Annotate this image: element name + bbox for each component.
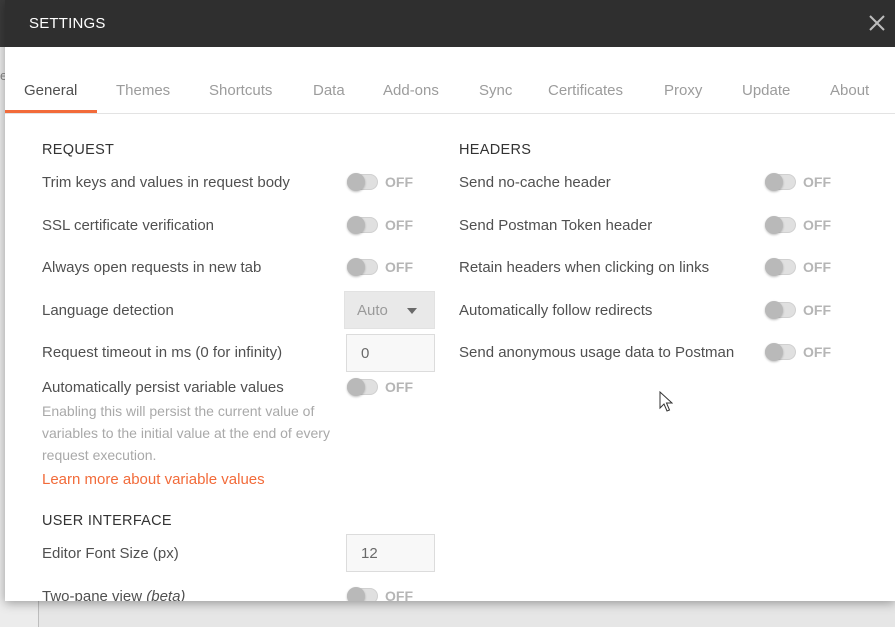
caret-down-icon	[407, 308, 417, 314]
trim-keys-toggle[interactable]: OFF	[347, 173, 413, 191]
open-new-tab-toggle[interactable]: OFF	[347, 258, 413, 276]
open-new-tab-label: Always open requests in new tab	[42, 259, 262, 276]
trim-keys-label: Trim keys and values in request body	[42, 174, 290, 191]
toggle-state: OFF	[385, 379, 413, 395]
modal-title: SETTINGS	[29, 15, 106, 32]
section-title-headers: HEADERS	[459, 142, 532, 158]
tab-certificates[interactable]: Certificates	[548, 82, 623, 99]
persist-vars-label: Automatically persist variable values	[42, 379, 284, 396]
modal-header: SETTINGS	[5, 0, 895, 47]
request-timeout-label: Request timeout in ms (0 for infinity)	[42, 344, 283, 361]
retain-headers-label: Retain headers when clicking on links	[459, 259, 710, 276]
tab-shortcuts[interactable]: Shortcuts	[209, 82, 272, 99]
anon-usage-toggle[interactable]: OFF	[765, 343, 831, 361]
no-cache-label: Send no-cache header	[459, 174, 611, 191]
anon-usage-label: Send anonymous usage data to Postman	[459, 344, 735, 361]
ssl-verify-toggle[interactable]: OFF	[347, 216, 413, 234]
request-timeout-input[interactable]	[346, 334, 435, 372]
language-detection-label: Language detection	[42, 302, 174, 319]
close-button[interactable]	[865, 11, 889, 35]
toggle-state: OFF	[385, 174, 413, 190]
postman-token-label: Send Postman Token header	[459, 217, 653, 234]
toggle-state: OFF	[385, 217, 413, 233]
section-title-request: REQUEST	[42, 142, 115, 158]
mouse-pointer-icon	[659, 391, 673, 412]
toggle-state: OFF	[385, 588, 413, 601]
section-title-user-interface: USER INTERFACE	[42, 513, 172, 529]
editor-font-size-label: Editor Font Size (px)	[42, 545, 179, 562]
tab-about[interactable]: About	[830, 82, 869, 99]
tab-add-ons[interactable]: Add-ons	[383, 82, 439, 99]
settings-tabs: General Themes Shortcuts Data Add-ons Sy…	[5, 70, 895, 114]
language-detection-value: Auto	[357, 302, 388, 319]
tab-themes[interactable]: Themes	[116, 82, 170, 99]
toggle-state: OFF	[803, 217, 831, 233]
follow-redirects-label: Automatically follow redirects	[459, 302, 653, 319]
editor-font-size-input[interactable]	[346, 534, 435, 572]
tab-proxy[interactable]: Proxy	[664, 82, 702, 99]
toggle-state: OFF	[803, 259, 831, 275]
toggle-state: OFF	[803, 344, 831, 360]
toggle-state: OFF	[385, 259, 413, 275]
persist-vars-help: Enabling this will persist the current v…	[42, 403, 330, 463]
toggle-state: OFF	[803, 174, 831, 190]
active-tab-indicator	[5, 110, 97, 113]
tab-sync[interactable]: Sync	[479, 82, 512, 99]
tab-update[interactable]: Update	[742, 82, 790, 99]
language-detection-select[interactable]: Auto	[344, 291, 435, 329]
learn-more-link[interactable]: Learn more about variable values	[42, 471, 265, 488]
follow-redirects-toggle[interactable]: OFF	[765, 301, 831, 319]
two-pane-view-label: Two-pane view (beta)	[42, 588, 186, 601]
close-icon	[869, 15, 885, 31]
two-pane-view-toggle[interactable]: OFF	[347, 587, 413, 601]
toggle-state: OFF	[803, 302, 831, 318]
settings-modal: SETTINGS General Themes Shortcuts Data A…	[5, 0, 895, 601]
tab-data[interactable]: Data	[313, 82, 345, 99]
postman-token-toggle[interactable]: OFF	[765, 216, 831, 234]
no-cache-toggle[interactable]: OFF	[765, 173, 831, 191]
ssl-verify-label: SSL certificate verification	[42, 217, 215, 234]
persist-vars-toggle[interactable]: OFF	[347, 378, 413, 396]
retain-headers-toggle[interactable]: OFF	[765, 258, 831, 276]
tab-general[interactable]: General	[24, 82, 77, 99]
